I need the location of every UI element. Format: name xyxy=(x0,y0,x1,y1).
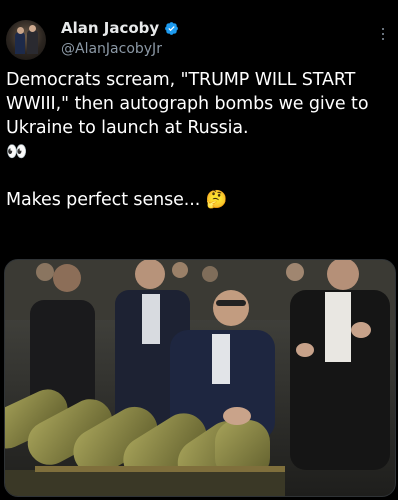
tweet-line-2: Makes perfect sense... xyxy=(6,190,201,210)
tweet-text: Democrats scream, "TRUMP WILL START WWII… xyxy=(6,68,394,212)
author-handle[interactable]: @AlanJacobyJr xyxy=(61,41,162,57)
photo-scene xyxy=(5,260,395,496)
verified-badge-icon xyxy=(165,21,179,35)
avatar[interactable] xyxy=(6,20,46,60)
tweet-photo[interactable] xyxy=(4,259,396,497)
tweet-header: Alan Jacoby @AlanJacobyJr xyxy=(0,0,398,64)
author-name-row[interactable]: Alan Jacoby xyxy=(61,19,179,37)
tweet-line-1: Democrats scream, "TRUMP WILL START WWII… xyxy=(6,70,369,138)
thinking-emoji: 🤔 xyxy=(205,190,228,210)
more-options-icon[interactable] xyxy=(382,28,386,42)
author-display-name[interactable]: Alan Jacoby xyxy=(61,19,159,37)
eyes-emoji: 👀 xyxy=(6,142,28,162)
